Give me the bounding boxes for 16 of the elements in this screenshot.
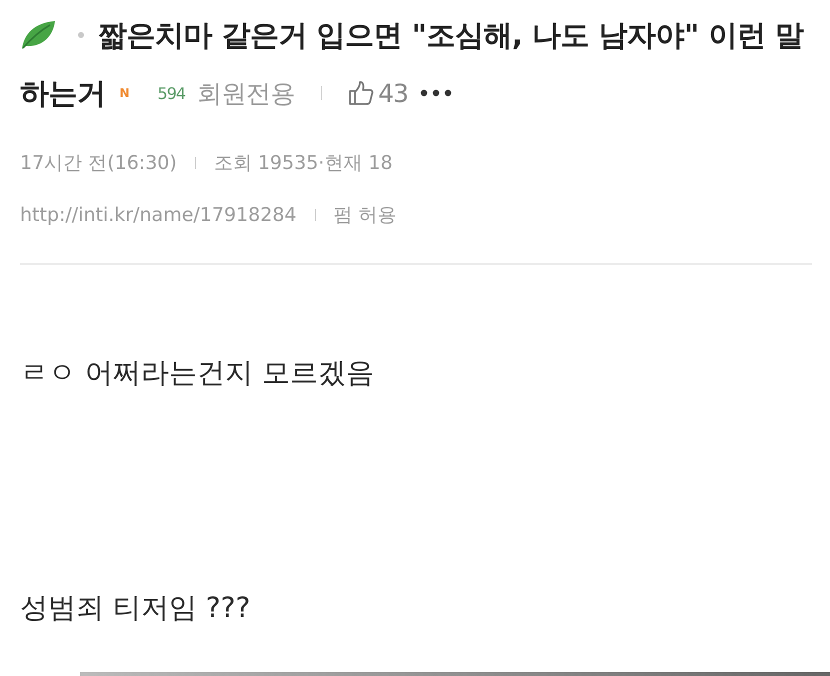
like-button[interactable]: 43	[348, 78, 408, 108]
thumbs-up-icon	[348, 80, 374, 106]
leaf-icon	[20, 20, 56, 50]
post-url-link[interactable]: http://inti.kr/name/17918284	[20, 204, 297, 226]
more-icon[interactable]	[420, 89, 452, 97]
access-label: 회원전용	[197, 78, 296, 110]
post-text: 성범죄 티저임 ???	[20, 590, 250, 626]
dot-icon	[78, 32, 84, 38]
member-level: 594	[158, 84, 186, 102]
post-text: ㄹㅇ 어쩌라는건지 모르겠음	[20, 355, 374, 391]
post-title: 하는거	[20, 75, 106, 112]
repost-permission: 펌 허용	[334, 204, 397, 226]
view-count: 조회 19535·현재 18	[214, 152, 393, 174]
new-label: N	[120, 86, 130, 100]
post-title: 짧은치마 같은거 입으면 "조심해, 나도 남자야" 이런 말	[98, 17, 804, 54]
post-time: 17시간 전(16:30)	[20, 152, 177, 174]
